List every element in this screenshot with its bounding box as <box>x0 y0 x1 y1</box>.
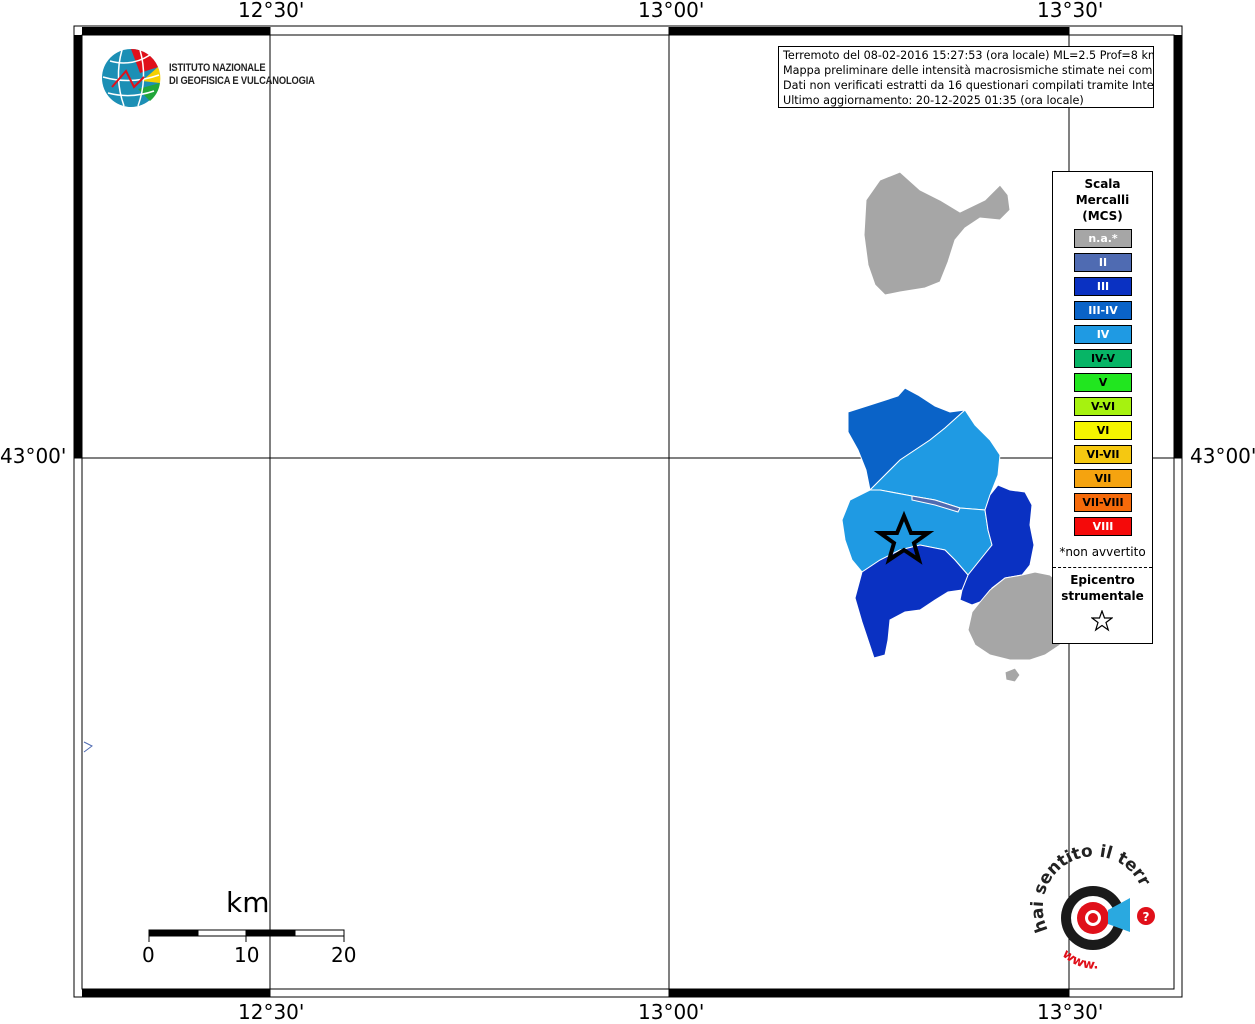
legend-item: VI-VII <box>1074 445 1132 464</box>
legend-epicenter-line1: Epicentro <box>1070 573 1135 587</box>
svg-text:?: ? <box>1143 910 1150 924</box>
tick-top-13-30: 13°30' <box>1037 0 1104 22</box>
frame-bar-top-2 <box>669 27 1069 35</box>
legend-item: V <box>1074 373 1132 392</box>
frame-bar-bottom-1 <box>82 989 270 997</box>
legend-item: VI <box>1074 421 1132 440</box>
ingv-logo-line2: DI GEOFISICA E VULCANOLOGIA <box>169 75 315 87</box>
ingv-logo[interactable]: ISTITUTO NAZIONALE DI GEOFISICA E VULCAN… <box>100 47 320 109</box>
scale-label-0: 0 <box>142 943 155 967</box>
logo-ring-center <box>1088 913 1098 923</box>
scale-label-20: 20 <box>331 943 357 967</box>
legend-item: V-VI <box>1074 397 1132 416</box>
tick-bottom-13-30: 13°30' <box>1037 1000 1104 1024</box>
legend-note: *non avvertito <box>1059 545 1146 559</box>
legend-item: III-IV <box>1074 301 1132 320</box>
legend-epicenter-line2: strumentale <box>1061 589 1144 603</box>
globe-icon <box>102 48 161 107</box>
legend-item: II <box>1074 253 1132 272</box>
legend-star-icon <box>1091 610 1113 632</box>
frame-bar-left <box>74 35 82 458</box>
legend-item: VII <box>1074 469 1132 488</box>
tick-bottom-13-00: 13°00' <box>638 1000 705 1024</box>
legend-title: Scala Mercalli (MCS) <box>1053 176 1152 224</box>
legend-item: IV-V <box>1074 349 1132 368</box>
legend-epicenter-label: Epicentro strumentale <box>1053 572 1152 604</box>
tick-top-12-30: 12°30' <box>238 0 305 22</box>
ingv-logo-text: ISTITUTO NAZIONALE DI GEOFISICA E VULCAN… <box>169 62 315 88</box>
event-info-line3: Dati non verificati estratti da 16 quest… <box>783 79 1154 92</box>
mcs-legend: Scala Mercalli (MCS) n.a.* II III III-IV IV I… <box>1052 171 1153 644</box>
legend-item: VII-VIII <box>1074 493 1132 512</box>
tick-top-13-00: 13°00' <box>638 0 705 22</box>
legend-item: n.a.* <box>1074 229 1132 248</box>
frame-bar-top-1 <box>82 27 270 35</box>
frame-bar-bottom-2 <box>669 989 1069 997</box>
frame-bar-right <box>1174 35 1182 458</box>
scale-label-10: 10 <box>234 943 260 967</box>
event-info-line2: Mappa preliminare delle intensità macros… <box>783 64 1154 77</box>
legend-title-line1: Scala <box>1084 177 1121 191</box>
legend-item: IV <box>1074 325 1132 344</box>
legend-item: VIII <box>1074 517 1132 536</box>
legend-title-line2: Mercalli <box>1075 193 1130 207</box>
tick-right-43-00: 43°00' <box>1190 444 1255 468</box>
event-info-line4: Ultimo aggiornamento: 20-12-2025 01:35 (… <box>783 94 1084 107</box>
event-info-line1: Terremoto del 08-02-2016 15:27:53 (ora l… <box>783 49 1154 62</box>
legend-item: III <box>1074 277 1132 296</box>
legend-title-line3: (MCS) <box>1082 209 1123 223</box>
tick-left-43-00: 43°00' <box>0 444 67 468</box>
ingv-logo-line1: ISTITUTO NAZIONALE <box>169 62 266 74</box>
tick-bottom-12-30: 12°30' <box>238 1000 305 1024</box>
event-info-box: Terremoto del 08-02-2016 15:27:53 (ora l… <box>778 46 1154 108</box>
legend-separator <box>1053 567 1152 568</box>
scale-unit: km <box>226 886 270 919</box>
